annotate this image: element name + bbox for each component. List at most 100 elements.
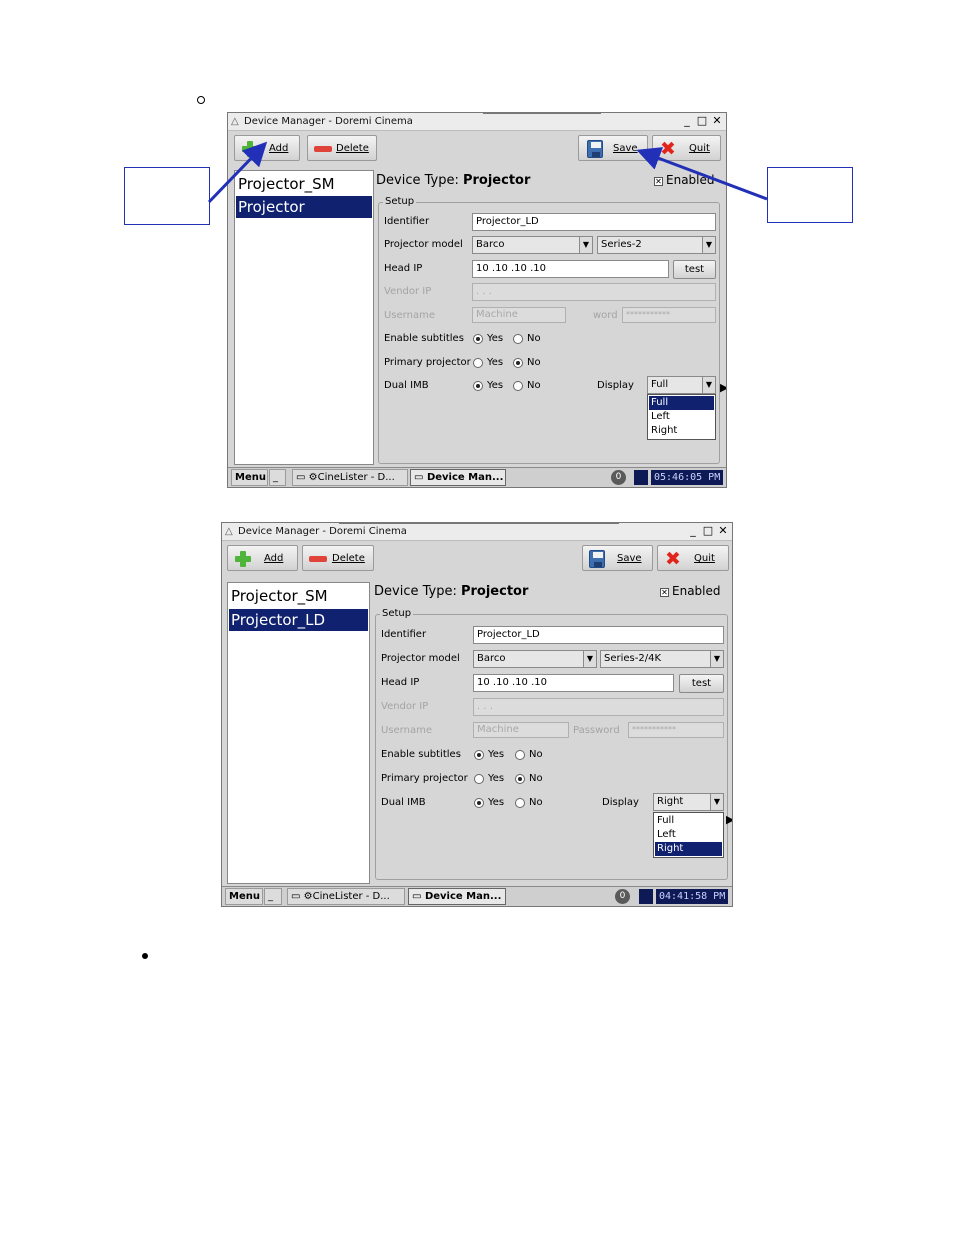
- primary-yes-label: Yes: [487, 357, 504, 368]
- username-label: Username: [381, 725, 432, 736]
- taskbar-device-manager[interactable]: ▭ Device Man...: [408, 888, 506, 905]
- display-option-full[interactable]: Full: [649, 396, 714, 410]
- username-input: Machine: [473, 722, 569, 738]
- save-button[interactable]: Save: [578, 135, 648, 161]
- subtitles-no-label: No: [529, 749, 543, 760]
- primary-no-radio[interactable]: [513, 358, 523, 368]
- device-manager-window-1: △ Device Manager - Doremi Cinema _ □ ✕ A…: [227, 112, 727, 488]
- password-input: ***********: [628, 722, 724, 738]
- identifier-input[interactable]: Projector_LD: [472, 213, 716, 231]
- head-ip-input[interactable]: 10 .10 .10 .10: [473, 674, 674, 692]
- chevron-down-icon: ▼: [702, 237, 715, 253]
- taskbar-minimize-button[interactable]: _: [269, 469, 286, 486]
- enabled-checkbox[interactable]: ✕: [660, 588, 669, 597]
- projector-model-select[interactable]: Barco ▼: [472, 236, 593, 254]
- subtitles-no-radio[interactable]: [513, 334, 523, 344]
- enabled-toggle[interactable]: ✕ Enabled: [660, 584, 721, 598]
- delete-button-label: Delete: [332, 553, 365, 564]
- display-option-right[interactable]: Right: [655, 842, 722, 856]
- maximize-icon[interactable]: □: [702, 525, 714, 537]
- subtitles-no-radio[interactable]: [515, 750, 525, 760]
- app-icon: △: [225, 526, 233, 537]
- display-dropdown-list[interactable]: Full Left Right: [647, 394, 716, 440]
- taskbar-cinelister[interactable]: ▭ ⚙CineLister - D...: [287, 888, 405, 905]
- minimize-icon[interactable]: _: [687, 525, 699, 537]
- delete-button[interactable]: Delete: [302, 545, 374, 571]
- primary-yes-radio[interactable]: [474, 774, 484, 784]
- delete-button[interactable]: Delete: [307, 135, 377, 161]
- quit-button[interactable]: ✖ Quit: [652, 135, 721, 161]
- taskbar-minimize-button[interactable]: _: [264, 888, 282, 905]
- subtitles-yes-label: Yes: [487, 333, 504, 344]
- enable-subtitles-label: Enable subtitles: [381, 749, 461, 760]
- taskbar-menu-button[interactable]: Menu: [231, 469, 268, 486]
- red-x-icon: ✖: [665, 548, 681, 570]
- dual-imb-no-radio[interactable]: [515, 798, 525, 808]
- projector-model-label: Projector model: [384, 239, 463, 250]
- add-button[interactable]: Add: [227, 545, 298, 571]
- dual-imb-no-label: No: [529, 797, 543, 808]
- device-type-value: Projector: [462, 173, 531, 188]
- close-icon[interactable]: ✕: [717, 525, 729, 537]
- device-type-value: Projector: [460, 584, 529, 599]
- save-button[interactable]: Save: [582, 545, 653, 571]
- red-x-icon: ✖: [660, 138, 676, 160]
- taskbar-cinelister-label: CineLister - D...: [312, 891, 390, 902]
- display-option-full[interactable]: Full: [655, 814, 722, 828]
- device-list[interactable]: Projector_SM Projector: [234, 170, 374, 465]
- window-titlebar: △ Device Manager - Doremi Cinema _ □ ✕: [222, 523, 732, 541]
- device-list-item-selected[interactable]: Projector_LD: [229, 609, 368, 631]
- taskbar-menu-button[interactable]: Menu: [225, 888, 263, 905]
- primary-yes-radio[interactable]: [473, 358, 483, 368]
- projector-series-select[interactable]: Series-2/4K ▼: [600, 650, 724, 668]
- device-list[interactable]: Projector_SM Projector_LD: [227, 582, 370, 884]
- close-icon[interactable]: ✕: [711, 115, 723, 127]
- display-option-right[interactable]: Right: [649, 424, 714, 438]
- tray-indicator: [639, 889, 653, 904]
- primary-no-radio[interactable]: [515, 774, 525, 784]
- dual-imb-yes-radio[interactable]: [474, 798, 484, 808]
- display-dropdown-list[interactable]: Full Left Right: [653, 812, 724, 858]
- device-list-item[interactable]: Projector_SM: [229, 585, 368, 607]
- enabled-checkbox[interactable]: ✕: [654, 177, 663, 186]
- dual-imb-yes-label: Yes: [488, 797, 505, 808]
- projector-model-select[interactable]: Barco ▼: [473, 650, 597, 668]
- subtitles-yes-radio[interactable]: [473, 334, 483, 344]
- display-option-left[interactable]: Left: [655, 828, 722, 842]
- plus-icon: [241, 140, 259, 158]
- projector-series-value: Series-2/4K: [604, 653, 662, 664]
- test-button[interactable]: test: [679, 674, 724, 693]
- quit-button[interactable]: ✖ Quit: [657, 545, 729, 571]
- enabled-toggle[interactable]: ✕ Enabled: [654, 173, 715, 187]
- device-list-item-selected[interactable]: Projector: [236, 196, 372, 218]
- head-ip-input[interactable]: 10 .10 .10 .10: [472, 260, 669, 278]
- taskbar-cinelister[interactable]: ▭ ⚙CineLister - D...: [292, 469, 408, 486]
- dual-imb-no-radio[interactable]: [513, 381, 523, 391]
- minimize-icon[interactable]: _: [681, 115, 693, 127]
- display-select[interactable]: Full ▼: [647, 376, 716, 394]
- notification-badge: 0: [611, 470, 626, 485]
- maximize-icon[interactable]: □: [696, 115, 708, 127]
- taskbar-devman-label: Device Man...: [426, 472, 504, 483]
- setup-legend: Setup: [380, 608, 414, 619]
- taskbar-device-manager[interactable]: ▭ Device Man...: [410, 469, 506, 486]
- subtitles-yes-radio[interactable]: [474, 750, 484, 760]
- floppy-disk-icon: [587, 140, 603, 158]
- display-value: Full: [651, 379, 669, 390]
- device-type-label: Device Type:: [374, 584, 457, 599]
- minus-icon: [309, 550, 327, 568]
- display-label: Display: [602, 797, 639, 808]
- display-option-left[interactable]: Left: [649, 410, 714, 424]
- projector-series-value: Series-2: [601, 239, 642, 250]
- device-list-item[interactable]: Projector_SM: [236, 173, 372, 195]
- add-button[interactable]: Add: [234, 135, 300, 161]
- dual-imb-yes-radio[interactable]: [473, 381, 483, 391]
- projector-series-select[interactable]: Series-2 ▼: [597, 236, 716, 254]
- identifier-input[interactable]: Projector_LD: [473, 626, 724, 644]
- projector-model-label: Projector model: [381, 653, 460, 664]
- test-button[interactable]: test: [673, 260, 716, 279]
- window-title: Device Manager - Doremi Cinema: [238, 526, 407, 537]
- display-select[interactable]: Right ▼: [653, 793, 724, 811]
- setup-legend: Setup: [383, 196, 417, 207]
- subtitles-yes-label: Yes: [488, 749, 505, 760]
